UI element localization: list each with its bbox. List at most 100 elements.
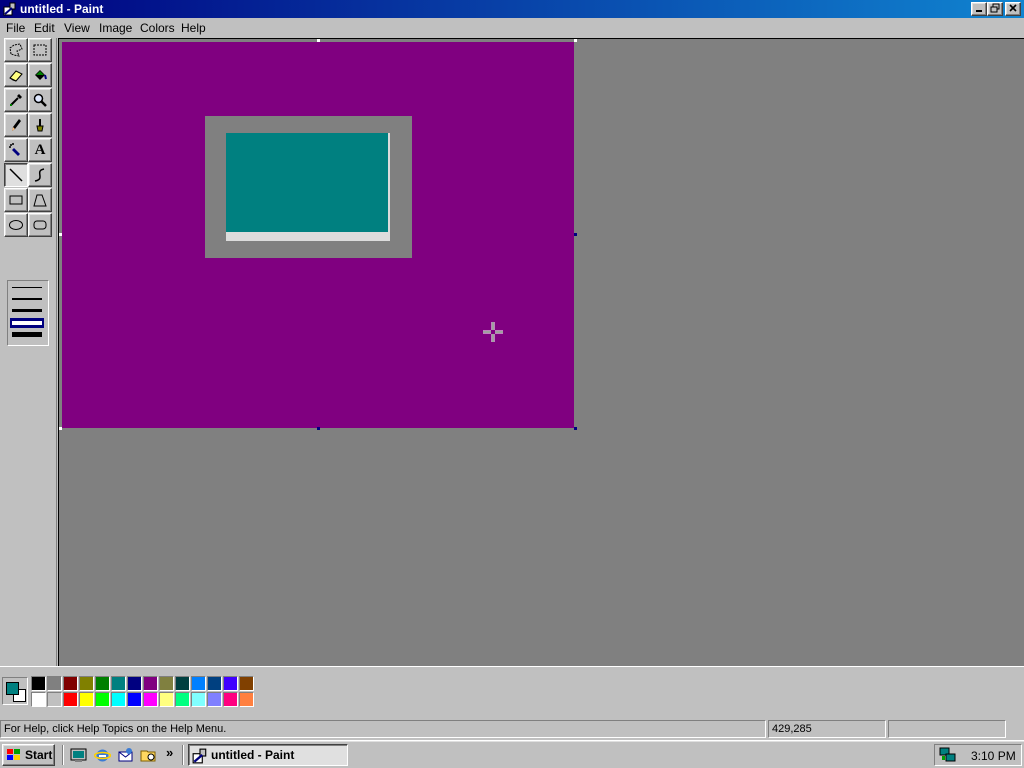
palette-swatch[interactable] [223, 676, 238, 691]
line-width-4-selected[interactable] [10, 318, 44, 328]
line-width-5[interactable] [12, 332, 42, 337]
palette-swatch[interactable] [111, 676, 126, 691]
close-button[interactable] [1005, 2, 1021, 16]
palette-swatch[interactable] [175, 676, 190, 691]
brush-tool[interactable] [28, 113, 52, 137]
palette-swatch[interactable] [191, 676, 206, 691]
palette-swatch[interactable] [159, 692, 174, 707]
palette-swatch[interactable] [63, 692, 78, 707]
palette-swatch[interactable] [47, 676, 62, 691]
eraser-tool[interactable] [4, 63, 28, 87]
airbrush-icon [9, 143, 20, 156]
rounded-rectangle-tool[interactable] [28, 213, 52, 237]
foreground-color[interactable] [6, 682, 19, 695]
canvas-workspace [58, 38, 1024, 666]
palette-swatch[interactable] [95, 692, 110, 707]
palette-swatch[interactable] [239, 676, 254, 691]
select-icon [33, 44, 47, 56]
palette-swatch[interactable] [191, 692, 206, 707]
paint-app-icon [3, 2, 16, 16]
palette-swatch[interactable] [31, 692, 46, 707]
palette-swatch[interactable] [79, 676, 94, 691]
crosshair-cursor-icon [483, 322, 503, 342]
restore-icon [990, 3, 1000, 13]
title-bar[interactable]: untitled - Paint [0, 0, 1024, 18]
line-icon [9, 168, 23, 182]
line-width-2[interactable] [12, 298, 42, 300]
palette-swatch[interactable] [159, 676, 174, 691]
palette-swatch[interactable] [239, 692, 254, 707]
status-help-text: For Help, click Help Topics on the Help … [0, 720, 766, 738]
resize-handle-bottom[interactable] [317, 427, 320, 430]
restore-button[interactable] [987, 2, 1003, 16]
menu-image[interactable]: Image [99, 21, 132, 35]
menu-help[interactable]: Help [181, 21, 206, 35]
line-tool[interactable] [4, 163, 28, 187]
close-icon [1009, 4, 1017, 12]
resize-handle-left [59, 233, 62, 236]
ellipse-tool[interactable] [4, 213, 28, 237]
resize-handle-top [317, 39, 320, 42]
fill-tool[interactable] [28, 63, 52, 87]
taskbar-separator-2 [182, 745, 184, 765]
drawing-canvas[interactable] [62, 42, 574, 428]
line-width-4-sample [12, 321, 42, 325]
magnifier-tool[interactable] [28, 88, 52, 112]
magnifier-icon [33, 93, 47, 107]
line-width-1[interactable] [12, 287, 42, 288]
palette-swatch[interactable] [79, 692, 94, 707]
palette-swatch[interactable] [31, 676, 46, 691]
start-label: Start [25, 748, 53, 762]
taskbar-paint-button[interactable]: untitled - Paint [188, 744, 348, 766]
palette-swatch[interactable] [143, 676, 158, 691]
pencil-icon [12, 119, 21, 131]
menu-bar: File Edit View Image Colors Help [0, 18, 1024, 38]
taskbar: Start » untitled - Paint 3:10 PM [0, 740, 1024, 768]
rectangle-tool[interactable] [4, 188, 28, 212]
menu-edit[interactable]: Edit [34, 21, 55, 35]
select-tool[interactable] [28, 38, 52, 62]
show-desktop-icon[interactable] [70, 747, 87, 764]
minimize-button[interactable] [971, 2, 987, 16]
palette-swatch[interactable] [47, 692, 62, 707]
quick-launch-chevron[interactable]: » [166, 745, 173, 760]
pick-color-icon [10, 94, 22, 106]
palette-swatch[interactable] [143, 692, 158, 707]
palette-swatch[interactable] [111, 692, 126, 707]
pencil-tool[interactable] [4, 113, 28, 137]
menu-view[interactable]: View [64, 21, 90, 35]
menu-file[interactable]: File [6, 21, 25, 35]
resize-handle-right[interactable] [574, 233, 577, 236]
taskbar-paint-label: untitled - Paint [211, 748, 295, 762]
network-icon[interactable] [939, 747, 957, 763]
explorer-icon[interactable] [140, 747, 157, 764]
free-form-select-tool[interactable] [4, 38, 28, 62]
outlook-express-icon[interactable] [117, 747, 134, 764]
palette-swatch[interactable] [63, 676, 78, 691]
ellipse-icon [9, 220, 23, 230]
internet-explorer-icon[interactable] [94, 747, 111, 764]
palette-swatch[interactable] [207, 676, 222, 691]
menu-colors[interactable]: Colors [140, 21, 175, 35]
status-bar: For Help, click Help Topics on the Help … [0, 718, 1024, 740]
polygon-tool[interactable] [28, 188, 52, 212]
text-tool[interactable]: A [28, 138, 52, 162]
palette-swatch[interactable] [127, 692, 142, 707]
window-title: untitled - Paint [20, 2, 104, 16]
start-button[interactable]: Start [2, 744, 55, 766]
pick-color-tool[interactable] [4, 88, 28, 112]
palette-swatch[interactable] [223, 692, 238, 707]
resize-handle-bottom-right[interactable] [574, 427, 577, 430]
line-width-3[interactable] [12, 309, 42, 312]
curve-tool[interactable] [28, 163, 52, 187]
palette-swatch[interactable] [175, 692, 190, 707]
palette-swatch[interactable] [95, 676, 110, 691]
polygon-icon [33, 194, 47, 207]
palette-swatch[interactable] [127, 676, 142, 691]
teal-rectangle [226, 133, 388, 232]
current-colors [2, 677, 28, 705]
palette-swatch[interactable] [207, 692, 222, 707]
curve-icon [34, 168, 45, 182]
taskbar-separator [62, 745, 64, 765]
airbrush-tool[interactable] [4, 138, 28, 162]
